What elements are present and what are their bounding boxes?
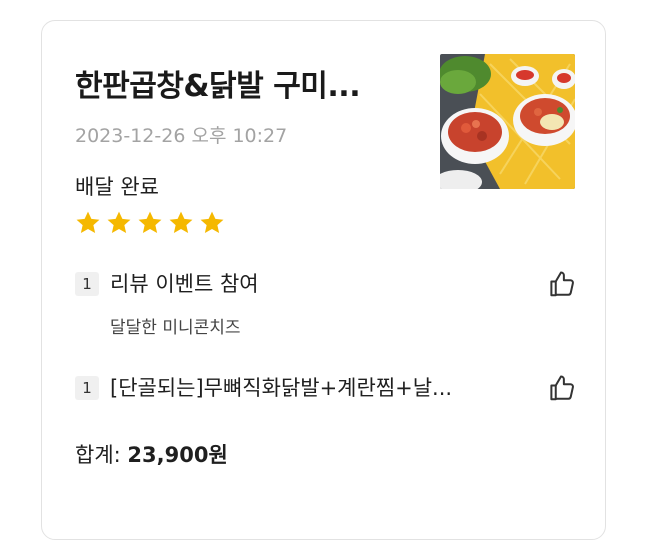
item-name: [단골되는]무뼈직화닭발+계란찜+날... — [110, 376, 453, 400]
item-option: 달달한 미니콘치즈 — [110, 318, 241, 338]
star-icon — [135, 209, 165, 237]
delivery-status: 배달 완료 — [75, 175, 159, 199]
item-name: 리뷰 이벤트 참여 — [110, 272, 259, 296]
food-photo-illustration — [440, 54, 575, 189]
total-amount: 23,900원 — [127, 443, 228, 467]
quantity-badge: 1 — [75, 376, 99, 400]
store-name[interactable]: 한판곱창&닭발 구미... — [75, 61, 361, 105]
star-icon — [166, 209, 196, 237]
total-label: 합계: — [75, 443, 121, 467]
order-total: 합계: 23,900원 — [75, 439, 228, 469]
quantity-badge: 1 — [75, 272, 99, 296]
order-item: 1 리뷰 이벤트 참여 — [75, 269, 575, 299]
like-item-button[interactable] — [547, 269, 577, 299]
order-item: 1 [단골되는]무뼈직화닭발+계란찜+날... — [75, 373, 575, 403]
like-item-button[interactable] — [547, 373, 577, 403]
star-icon — [104, 209, 134, 237]
star-icon — [197, 209, 227, 237]
star-icon — [73, 209, 103, 237]
order-date: 2023-12-26 오후 10:27 — [75, 125, 288, 147]
thumbs-up-icon — [550, 375, 574, 401]
food-thumbnail[interactable] — [440, 54, 575, 189]
thumbs-up-icon — [550, 271, 574, 297]
order-card[interactable]: 한판곱창&닭발 구미... 2023-12-26 오후 10:27 배달 완료 … — [41, 20, 606, 540]
rating-stars — [73, 209, 227, 237]
